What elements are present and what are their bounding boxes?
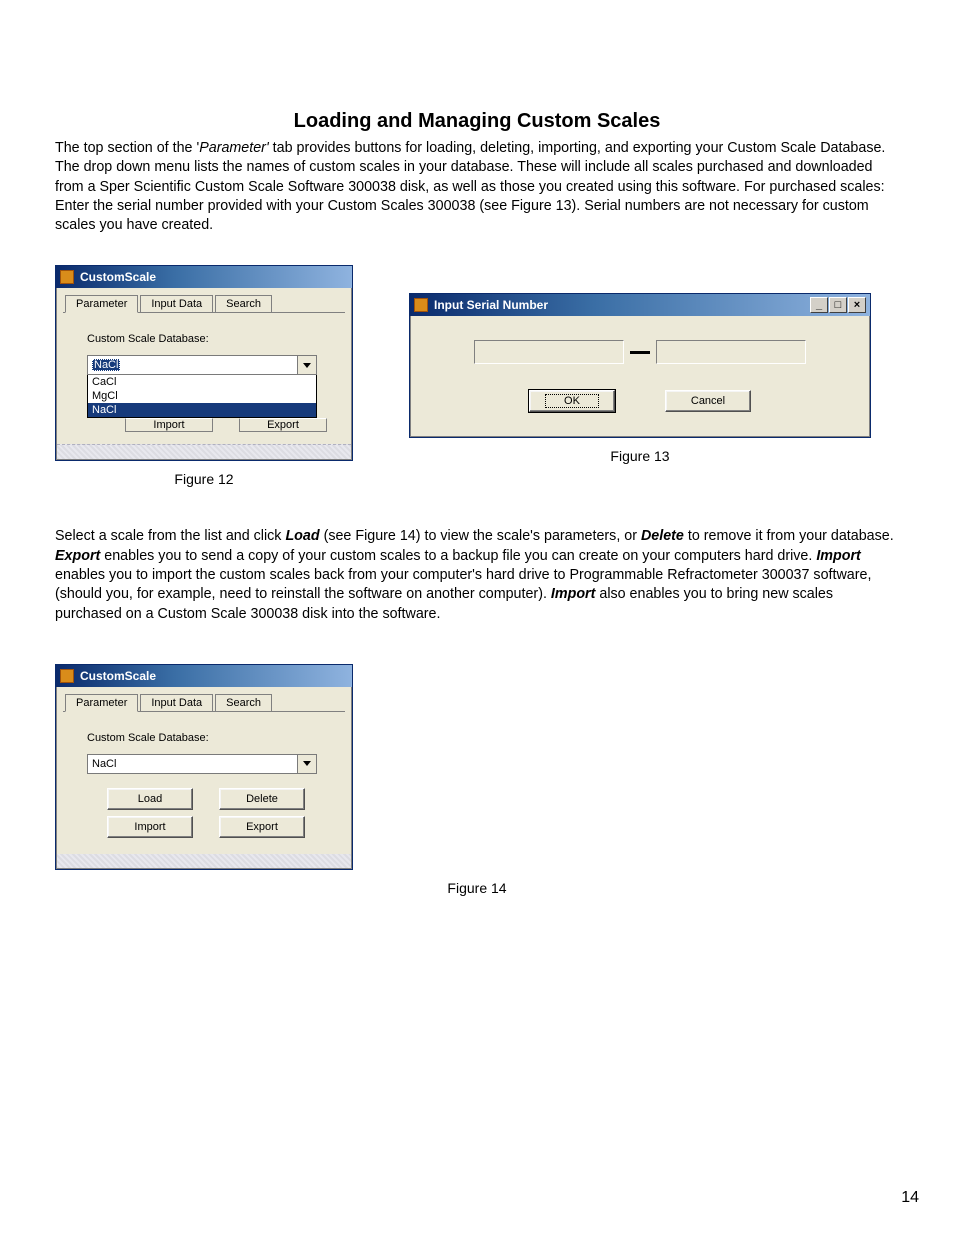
tab-search[interactable]: Search [215,694,272,712]
cancel-button[interactable]: Cancel [665,390,751,412]
combobox-selected: NaCl [88,755,297,773]
p2a: Select a scale from the list and click [55,528,285,544]
titlebar[interactable]: CustomScale [56,665,352,687]
tab-parameter[interactable]: Parameter [65,295,138,313]
intro-text-a: The top section of the ' [55,140,199,156]
figure-12-caption: Figure 12 [174,471,233,487]
combobox-dropdown[interactable]: CaCl MgCl NaCl [87,375,317,418]
app-icon [414,298,428,312]
figure-13-caption: Figure 13 [610,448,669,464]
serial-input-1[interactable] [474,340,624,364]
second-paragraph: Select a scale from the list and click L… [55,527,899,623]
dash-separator [630,351,650,354]
intro-parameter-word: Parameter' [199,140,268,156]
export-word: Export [55,548,100,564]
page-number: 14 [901,1189,919,1207]
intro-paragraph: The top section of the 'Parameter' tab p… [55,139,899,235]
database-combobox[interactable]: NaCl [87,355,317,375]
chevron-down-icon[interactable] [297,755,316,773]
database-label: Custom Scale Database: [87,333,329,345]
maximize-icon[interactable]: □ [829,297,847,313]
chevron-down-icon[interactable] [297,356,316,374]
option-nacl[interactable]: NaCl [88,403,316,417]
import-word-2: Import [551,586,595,602]
input-serial-dialog: Input Serial Number _ □ × OK [409,293,871,438]
titlebar[interactable]: Input Serial Number _ □ × [410,294,870,316]
combobox-selected: NaCl [92,359,120,371]
load-word: Load [285,528,319,544]
tab-search[interactable]: Search [215,295,272,313]
export-button[interactable]: Export [239,418,327,432]
minimize-icon[interactable]: _ [810,297,828,313]
crop-edge [57,854,351,868]
export-button[interactable]: Export [219,816,305,838]
customscale-window-fig14: CustomScale Parameter Input Data Search … [55,664,353,870]
close-icon[interactable]: × [848,297,866,313]
option-cacl[interactable]: CaCl [88,375,316,389]
delete-button[interactable]: Delete [219,788,305,810]
app-icon [60,669,74,683]
crop-edge [57,444,351,459]
load-button[interactable]: Load [107,788,193,810]
tab-input-data[interactable]: Input Data [140,295,213,313]
tab-input-data[interactable]: Input Data [140,694,213,712]
delete-word: Delete [641,528,684,544]
tab-parameter[interactable]: Parameter [65,694,138,712]
p2d: enables you to send a copy of your custo… [100,548,816,564]
import-button[interactable]: Import [107,816,193,838]
import-word: Import [816,548,860,564]
window-title: CustomScale [80,669,156,683]
titlebar[interactable]: CustomScale [56,266,352,288]
tab-strip: Parameter Input Data Search [57,288,351,312]
app-icon [60,270,74,284]
page-title: Loading and Managing Custom Scales [55,110,899,133]
window-title: CustomScale [80,270,156,284]
customscale-window-fig12: CustomScale Parameter Input Data Search … [55,265,353,461]
p2b: (see Figure 14) to view the scale's para… [320,528,641,544]
window-title: Input Serial Number [434,298,548,312]
database-combobox[interactable]: NaCl [87,754,317,774]
ok-button[interactable]: OK [529,390,615,412]
tab-strip: Parameter Input Data Search [57,687,351,711]
serial-input-2[interactable] [656,340,806,364]
p2c: to remove it from your database. [684,528,894,544]
option-mgcl[interactable]: MgCl [88,389,316,403]
figure-14-caption: Figure 14 [447,880,506,896]
import-button[interactable]: Import [125,418,213,432]
database-label: Custom Scale Database: [87,732,329,744]
